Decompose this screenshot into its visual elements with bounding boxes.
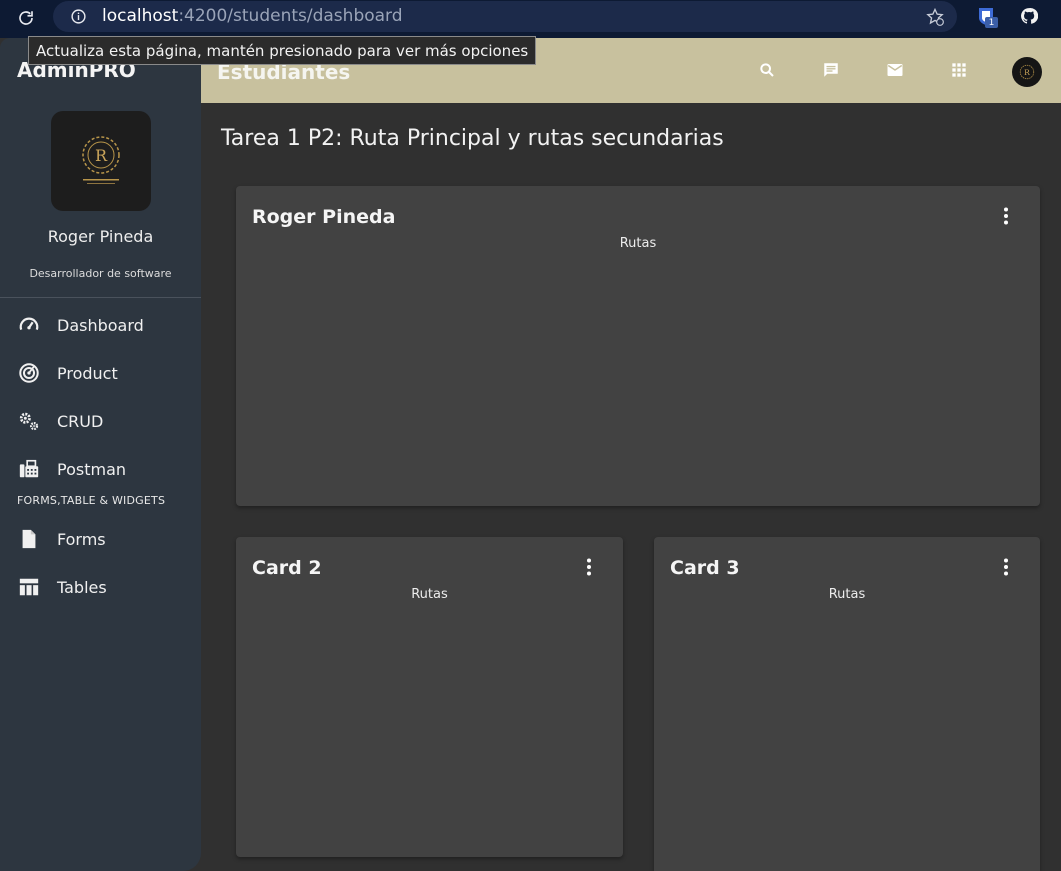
github-icon[interactable] xyxy=(1020,7,1039,29)
sidebar-item-forms[interactable]: Forms xyxy=(0,519,201,559)
url-path: :4200/students/dashboard xyxy=(178,6,403,26)
sidebar-item-label: Forms xyxy=(57,529,106,549)
sidebar-item-crud[interactable]: CRUD xyxy=(0,401,201,441)
more-vert-icon[interactable] xyxy=(1000,206,1012,226)
profile-name: Roger Pineda xyxy=(47,227,154,246)
card-title: Roger Pineda xyxy=(252,206,396,228)
profile-role: Desarrollador de software xyxy=(29,267,172,280)
sidebar-item-label: Postman xyxy=(57,459,127,479)
sidebar-item-dashboard[interactable]: Dashboard xyxy=(0,305,201,345)
sidebar: AdminPRO R Roger Pineda Desarrollador de… xyxy=(0,38,201,871)
page-title: Tarea 1 P2: Ruta Principal y rutas secun… xyxy=(221,126,724,151)
table-icon xyxy=(18,576,40,598)
speedometer-icon xyxy=(18,314,40,336)
bookmark-star-icon[interactable] xyxy=(925,7,945,31)
message-icon[interactable] xyxy=(821,60,841,80)
reload-button[interactable] xyxy=(14,6,38,30)
fax-icon xyxy=(18,458,40,480)
sidebar-item-label: CRUD xyxy=(57,411,104,431)
address-bar[interactable]: localhost:4200/students/dashboard xyxy=(53,1,957,32)
card-subtitle: Rutas xyxy=(828,587,866,602)
search-icon[interactable] xyxy=(757,60,777,80)
site-info-icon[interactable] xyxy=(70,8,87,29)
sidebar-item-label: Product xyxy=(57,363,118,383)
svg-text:R: R xyxy=(1024,68,1030,77)
card-title: Card 3 xyxy=(670,557,740,579)
monogram-logo-icon: R xyxy=(82,136,120,184)
more-vert-icon[interactable] xyxy=(1000,557,1012,577)
sidebar-divider xyxy=(0,297,201,298)
card-subtitle: Rutas xyxy=(619,236,657,251)
card-3: Card 3 Rutas xyxy=(654,537,1040,871)
reload-tooltip: Actualiza esta página, mantén presionado… xyxy=(28,36,537,65)
apps-icon[interactable] xyxy=(949,60,969,80)
document-icon xyxy=(18,528,40,550)
user-avatar[interactable]: R xyxy=(1012,57,1042,87)
sidebar-section-label: FORMS,TABLE & WIDGETS xyxy=(17,494,166,507)
profile-logo: R xyxy=(51,111,151,211)
monogram-avatar-icon: R xyxy=(1019,64,1035,80)
reload-icon xyxy=(19,11,33,25)
sidebar-item-tables[interactable]: Tables xyxy=(0,567,201,607)
url-host: localhost xyxy=(102,6,179,26)
mail-icon[interactable] xyxy=(885,60,905,80)
sidebar-item-postman[interactable]: Postman xyxy=(0,449,201,489)
url-text[interactable]: localhost:4200/students/dashboard xyxy=(102,6,403,26)
sidebar-item-product[interactable]: Product xyxy=(0,353,201,393)
sidebar-item-label: Tables xyxy=(57,577,107,597)
card-2: Card 2 Rutas xyxy=(236,537,623,857)
card-title: Card 2 xyxy=(252,557,322,579)
card-roger-pineda: Roger Pineda Rutas xyxy=(236,186,1040,506)
svg-text:R: R xyxy=(95,146,108,165)
browser-toolbar: localhost:4200/students/dashboard 1 xyxy=(0,0,1061,38)
card-subtitle: Rutas xyxy=(411,587,448,602)
gears-icon xyxy=(18,410,40,432)
extension-badge: 1 xyxy=(985,17,998,28)
more-vert-icon[interactable] xyxy=(583,557,595,577)
radar-icon xyxy=(18,362,40,384)
sidebar-item-label: Dashboard xyxy=(57,315,144,335)
